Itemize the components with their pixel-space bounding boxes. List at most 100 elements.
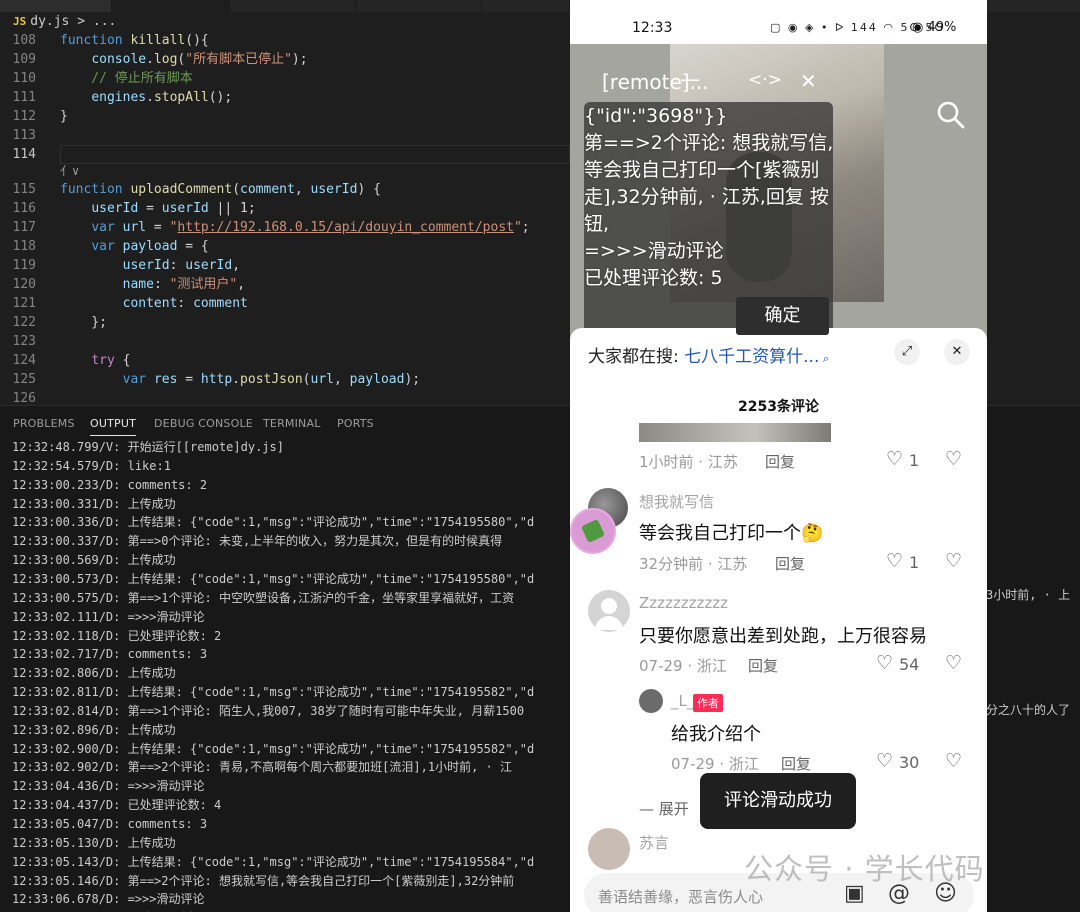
comment-username[interactable]: 苏言: [639, 832, 669, 853]
log-line[interactable]: 12:33:04.437/D: 已处理评论数: 4: [12, 796, 221, 815]
code-text[interactable]: userId = userId || 1;: [60, 199, 255, 218]
editor-tab[interactable]: [356, 0, 482, 12]
code-line[interactable]: 118 var payload = {: [0, 237, 570, 256]
log-line[interactable]: 12:33:02.811/D: 上传结果: {"code":1,"msg":"评…: [12, 683, 534, 702]
log-line[interactable]: 12:33:04.436/D: =>>>滑动评论: [12, 777, 205, 796]
log-line[interactable]: 12:33:00.573/D: 上传结果: {"code":1,"msg":"评…: [12, 570, 534, 589]
code-text[interactable]: }: [60, 107, 68, 126]
like-icon[interactable]: ♡: [876, 652, 893, 674]
log-line[interactable]: 12:33:02.717/D: comments: 3: [12, 645, 207, 664]
like-icon[interactable]: ♡: [886, 448, 903, 470]
code-text[interactable]: name: "测试用户",: [60, 275, 245, 294]
comment-username[interactable]: _L_: [671, 692, 694, 710]
log-line[interactable]: 12:33:05.146/D: 第==>2个评论: 想我就写信,等会我自己打印一…: [12, 872, 514, 891]
avatar[interactable]: [588, 828, 630, 870]
code-text[interactable]: function uploadComment(comment, userId) …: [60, 180, 381, 199]
log-line[interactable]: 12:33:06.678/D: =>>>滑动评论: [12, 890, 205, 909]
code-text[interactable]: // 停止所有脚本: [60, 69, 193, 88]
code-text[interactable]: var url = "http://192.168.0.15/api/douyi…: [60, 218, 529, 237]
log-line[interactable]: 12:33:02.111/D: =>>>滑动评论: [12, 608, 205, 627]
search-icon[interactable]: [936, 100, 966, 130]
code-line[interactable]: 113: [0, 126, 570, 145]
code-line[interactable]: 116 userId = userId || 1;: [0, 199, 570, 218]
code-line[interactable]: 110 // 停止所有脚本: [0, 69, 570, 88]
code-text[interactable]: content: comment: [60, 294, 248, 313]
like-icon[interactable]: ♡: [876, 750, 893, 772]
like-icon[interactable]: ♡: [886, 550, 903, 572]
code-line[interactable]: 111 engines.stopAll();: [0, 88, 570, 107]
log-line[interactable]: 12:33:02.896/D: 上传成功: [12, 721, 176, 740]
code-line[interactable]: 121 content: comment: [0, 294, 570, 313]
code-line[interactable]: 122 };: [0, 313, 570, 332]
code-line[interactable]: 115 function uploadComment(comment, userI…: [0, 180, 570, 199]
search-suggestion[interactable]: 大家都在搜: 七八千工资算什... ⌕: [588, 342, 829, 367]
breadcrumb-file[interactable]: dy.js: [30, 14, 69, 29]
close-icon[interactable]: ✕: [944, 339, 970, 365]
tab-terminal[interactable]: TERMINAL: [263, 417, 321, 430]
code-line[interactable]: 117 var url = "http://192.168.0.15/api/d…: [0, 218, 570, 237]
code-line[interactable]: 124 try {: [0, 351, 570, 370]
code-lens-icon[interactable]: 亻∨: [60, 162, 79, 179]
dislike-icon[interactable]: ♡: [945, 652, 962, 674]
code-text[interactable]: userId: userId,: [60, 256, 240, 275]
expand-replies[interactable]: — 展开: [639, 798, 689, 819]
dislike-icon[interactable]: ♡: [945, 750, 962, 772]
minimize-button[interactable]: —: [680, 67, 700, 91]
reply-button[interactable]: 回复: [781, 753, 811, 774]
confirm-button[interactable]: 确定: [736, 297, 829, 335]
log-line[interactable]: 12:33:05.143/D: 上传结果: {"code":1,"msg":"评…: [12, 853, 534, 872]
close-window-button[interactable]: ✕: [800, 69, 817, 93]
dislike-icon[interactable]: ♡: [945, 448, 962, 470]
code-text[interactable]: var res = http.postJson(url, payload);: [60, 370, 420, 389]
code-line[interactable]: 119 userId: userId,: [0, 256, 570, 275]
comment-text[interactable]: 只要你愿意出差到处跑，上万很容易: [639, 622, 927, 648]
log-line[interactable]: 12:33:02.814/D: 第==>1个评论: 陌生人,我007, 38岁了…: [12, 702, 524, 721]
code-line[interactable]: 112}: [0, 107, 570, 126]
code-line[interactable]: 114: [0, 145, 570, 164]
comment-username[interactable]: 想我就写信: [639, 491, 714, 512]
log-line[interactable]: 12:33:05.047/D: comments: 3: [12, 815, 207, 834]
log-line[interactable]: 12:33:00.233/D: comments: 2: [12, 476, 207, 495]
avatar[interactable]: [588, 590, 630, 632]
log-line[interactable]: 12:33:02.806/D: 上传成功: [12, 664, 176, 683]
editor-tab[interactable]: [230, 0, 356, 12]
editor-tab-active[interactable]: [112, 0, 230, 12]
code-line[interactable]: 109 console.log("所有脚本已停止");: [0, 50, 570, 69]
tab-ports[interactable]: PORTS: [337, 417, 374, 430]
comment-text[interactable]: 给我介绍个: [671, 720, 761, 746]
code-line[interactable]: 123: [0, 332, 570, 351]
editor-tab[interactable]: [0, 0, 112, 12]
log-line[interactable]: 12:33:00.575/D: 第==>1个评论: 中空吹塑设备,江浙沪的千金，…: [12, 589, 514, 608]
log-line[interactable]: 12:33:02.902/D: 第==>2个评论: 青易,不高啊每个周六都要加班…: [12, 758, 512, 777]
dislike-icon[interactable]: ♡: [945, 550, 962, 572]
code-line[interactable]: 125 var res = http.postJson(url, payload…: [0, 370, 570, 389]
log-line[interactable]: 12:33:02.118/D: 已处理评论数: 2: [12, 627, 221, 646]
comment-text[interactable]: 等会我自己打印一个🤔: [639, 519, 823, 545]
comment-image[interactable]: [639, 423, 831, 442]
tab-problems[interactable]: PROBLEMS: [13, 417, 75, 430]
reply-button[interactable]: 回复: [775, 553, 805, 574]
code-line[interactable]: 108 function killall(){: [0, 31, 570, 50]
code-line[interactable]: 120 name: "测试用户",: [0, 275, 570, 294]
editor-tab[interactable]: [482, 0, 570, 12]
tab-debug-console[interactable]: DEBUG CONSOLE: [154, 417, 253, 430]
resize-button[interactable]: <·>: [748, 70, 782, 90]
log-line[interactable]: 12:32:54.579/D: like:1: [12, 457, 171, 476]
code-text[interactable]: function killall(){: [60, 31, 209, 50]
code-text[interactable]: console.log("所有脚本已停止");: [60, 50, 307, 69]
avatar[interactable]: [639, 689, 663, 713]
breadcrumb-tail[interactable]: > ...: [77, 14, 116, 29]
code-text[interactable]: try {: [60, 351, 130, 370]
comment-username[interactable]: Zzzzzzzzzzz: [639, 594, 728, 612]
log-line[interactable]: 12:33:00.569/D: 上传成功: [12, 551, 176, 570]
log-line[interactable]: 12:33:00.331/D: 上传成功: [12, 495, 176, 514]
code-text[interactable]: var payload = {: [60, 237, 208, 256]
reply-button[interactable]: 回复: [748, 655, 778, 676]
expand-icon[interactable]: ⤢: [894, 339, 920, 365]
log-line[interactable]: 12:33:05.130/D: 上传成功: [12, 834, 176, 853]
log-line[interactable]: 12:33:00.337/D: 第==>0个评论: 未变,上半年的收入，努力是其…: [12, 532, 502, 551]
tab-output[interactable]: OUTPUT: [90, 417, 137, 436]
log-line[interactable]: 12:33:02.900/D: 上传结果: {"code":1,"msg":"评…: [12, 740, 534, 759]
log-line[interactable]: 12:32:48.799/V: 开始运行[[remote]dy.js]: [12, 438, 284, 457]
floating-button-icon[interactable]: [570, 508, 616, 554]
